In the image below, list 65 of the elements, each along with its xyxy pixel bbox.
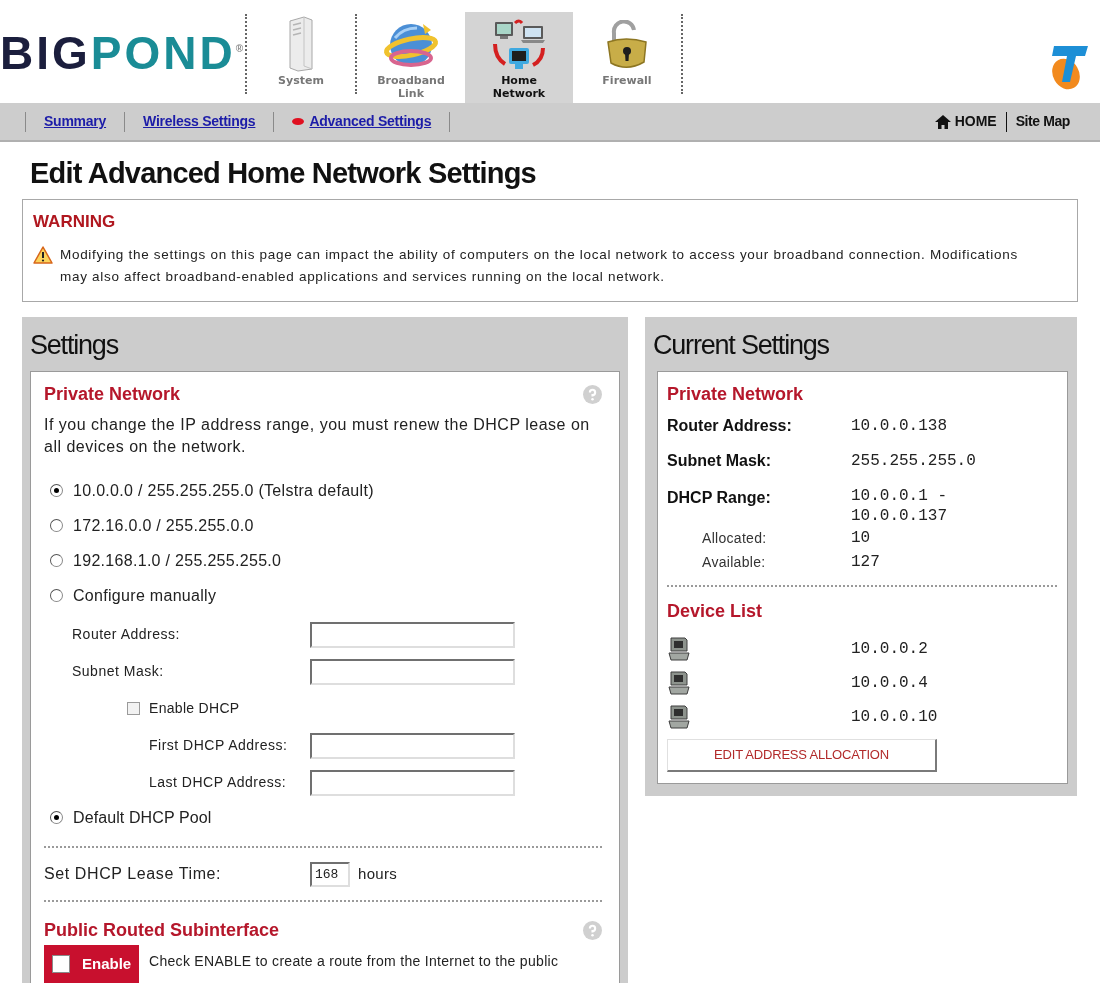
field-label: Subnet Mask:	[667, 451, 771, 469]
text-field[interactable]	[310, 621, 515, 648]
nav-tab[interactable]: Home Network	[465, 12, 573, 103]
home-icon	[934, 114, 951, 129]
radio-button[interactable]	[50, 811, 63, 824]
bullet-icon	[292, 118, 305, 125]
edit-allocation-button[interactable]: EDIT ADDRESS ALLOCATION	[667, 739, 937, 772]
subnav-link[interactable]: Advanced Settings	[274, 111, 450, 132]
field-value: 255.255.255.0	[851, 450, 976, 472]
option-label: 10.0.0.0 / 255.255.255.0 (Telstra default)	[73, 480, 374, 501]
page-title: Edit Advanced Home Network Settings	[30, 156, 536, 190]
panel-title: Current Settings	[653, 329, 829, 362]
field-value: 127	[851, 552, 880, 573]
device-address: 10.0.0.10	[851, 707, 938, 728]
home-link[interactable]: HOME	[934, 111, 997, 132]
field-label: First DHCP Address:	[149, 736, 289, 755]
radio-button[interactable]	[50, 554, 63, 567]
section-heading: Private Network	[44, 383, 181, 406]
section-note: If you change the IP address range, you must renew the DHCP lease on all devices on the network.	[44, 415, 591, 457]
warning-title: WARNING	[33, 211, 116, 233]
computer-icon	[667, 705, 691, 729]
field-value: 10.0.0.1 - 10.0.0.137	[851, 486, 948, 526]
field-label: Allocated:	[702, 530, 767, 546]
tower-computer-icon	[287, 16, 315, 72]
warning-icon	[33, 246, 53, 264]
text-field[interactable]	[310, 769, 515, 796]
warning-text: Modifying the settings on this page can impact the ability of computers on the local network to access your broadband connection. Modifications may also affect broadband-enabled applications and services running on the local network.	[60, 246, 1019, 286]
field-value: 10.0.0.138	[851, 415, 947, 437]
option-label: Configure manually	[73, 585, 217, 606]
text-field[interactable]	[310, 732, 515, 759]
checkbox-label: Enable DHCP	[149, 699, 240, 718]
field-label: Router Address:	[72, 625, 181, 644]
subnav-link[interactable]: Summary	[26, 111, 125, 132]
subnav-link[interactable]: Wireless Settings	[125, 111, 274, 132]
radio-button[interactable]	[50, 519, 63, 532]
field-label: DHCP Range:	[667, 489, 771, 506]
computer-icon	[667, 671, 691, 695]
section-heading: Public Routed Subinterface	[44, 919, 280, 942]
field-value: 10	[851, 528, 871, 549]
radio-button[interactable]	[50, 484, 63, 497]
section-note: Check ENABLE to create a route from the Internet to the public	[149, 952, 559, 971]
enable-toggle[interactable]: Enable	[44, 945, 139, 983]
unit-label: hours	[358, 863, 398, 884]
field-label: Set DHCP Lease Time:	[44, 864, 223, 884]
networked-computers-icon	[491, 18, 547, 72]
radio-button[interactable]	[50, 589, 63, 602]
section-heading: Device List	[667, 600, 763, 623]
checkbox[interactable]	[127, 702, 140, 715]
panel-title: Settings	[30, 329, 118, 362]
text-field[interactable]: 168	[310, 861, 350, 887]
field-label: Last DHCP Address:	[149, 773, 288, 792]
option-label: Default DHCP Pool	[73, 807, 212, 828]
computer-icon	[667, 637, 691, 661]
device-address: 10.0.0.2	[851, 639, 928, 660]
option-label: 172.16.0.0 / 255.255.0.0	[73, 515, 254, 536]
logo: BIGPOND®	[0, 27, 244, 79]
field-label: Subnet Mask:	[72, 662, 165, 681]
text-field[interactable]	[310, 658, 515, 685]
section-heading: Private Network	[667, 383, 804, 406]
site-map-link[interactable]: Site Map	[1015, 111, 1070, 132]
option-label: 192.168.1.0 / 255.255.255.0	[73, 550, 282, 571]
field-label: Available:	[702, 554, 766, 570]
checkbox[interactable]	[52, 955, 70, 973]
device-address: 10.0.0.4	[851, 673, 928, 694]
field-label: Router Address:	[667, 416, 792, 434]
